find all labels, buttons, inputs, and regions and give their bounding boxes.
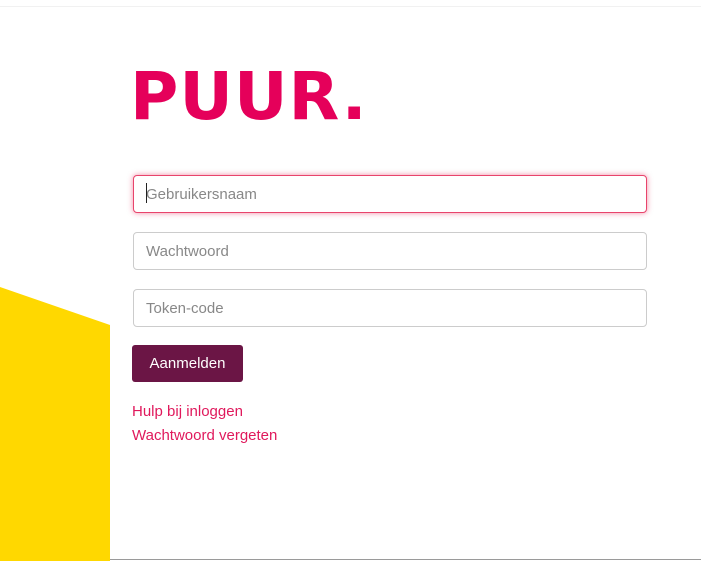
text-caret: [146, 183, 147, 203]
login-page: PUUR. Aanmelden Hulp bij inloggen Wachtw…: [0, 0, 701, 561]
forgot-password-link[interactable]: Wachtwoord vergeten: [132, 427, 277, 444]
puur-logo: PUUR.: [130, 58, 368, 135]
username-input[interactable]: [133, 175, 647, 213]
password-input[interactable]: [133, 232, 647, 270]
bottom-divider: [110, 559, 701, 560]
top-divider: [0, 6, 701, 7]
token-code-input[interactable]: [133, 289, 647, 327]
login-help-link[interactable]: Hulp bij inloggen: [132, 403, 243, 420]
login-button[interactable]: Aanmelden: [132, 345, 243, 382]
